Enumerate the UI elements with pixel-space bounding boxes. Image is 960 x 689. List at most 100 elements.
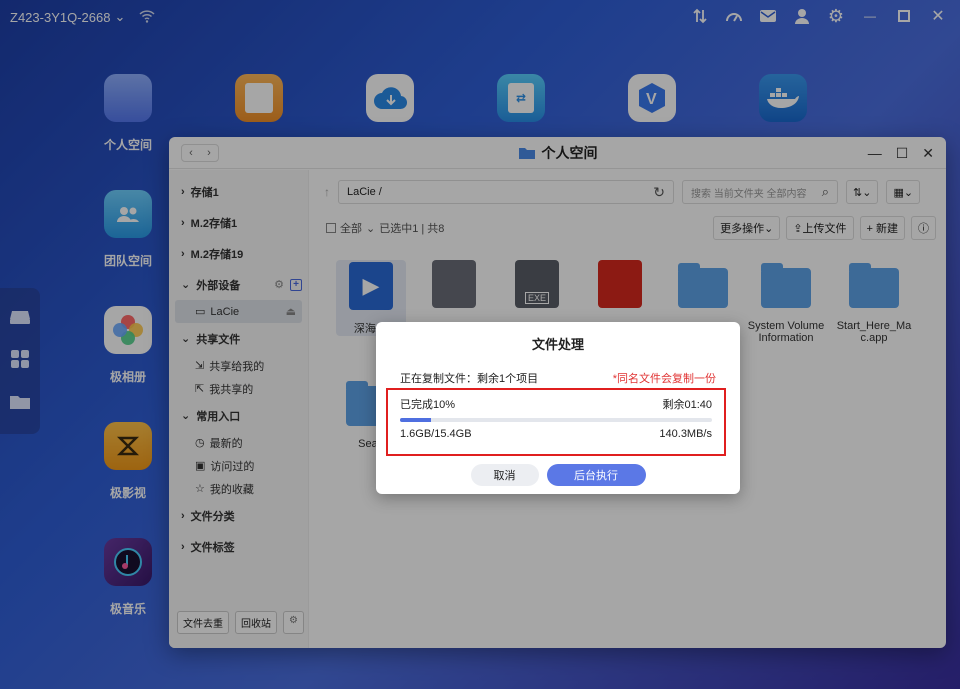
- sidebar-group-categories[interactable]: › 文件分类: [169, 500, 308, 531]
- sidebar-group-m2-storage19[interactable]: › M.2存储19: [169, 238, 308, 269]
- folder-icon: [518, 147, 535, 159]
- device-selector[interactable]: Z423-3Y1Q-2668 ⌄: [10, 9, 125, 25]
- minimize-button[interactable]: —: [868, 145, 882, 162]
- run-in-background-button[interactable]: 后台执行: [546, 464, 646, 486]
- up-arrow-icon[interactable]: ↑: [324, 185, 330, 199]
- progress-bar-fill: [400, 418, 432, 422]
- dedupe-button[interactable]: 文件去重: [177, 611, 229, 634]
- folder-item[interactable]: System Volume Information: [746, 260, 826, 344]
- refresh-icon[interactable]: ↻: [653, 184, 665, 201]
- select-all-checkbox[interactable]: [326, 223, 336, 233]
- video-file-icon: ▶: [349, 262, 393, 310]
- path-text: LaCie /: [347, 186, 382, 198]
- sidebar-group-m2-storage1[interactable]: › M.2存储1: [169, 207, 308, 238]
- window-title: 个人空间: [541, 144, 598, 161]
- sidebar-item-my-shares[interactable]: ⇱ 我共享的: [169, 377, 308, 400]
- sidebar-group-shared[interactable]: ⌄ 共享文件: [169, 323, 308, 354]
- cancel-button[interactable]: 取消: [470, 464, 539, 486]
- select-all-label[interactable]: 全部: [340, 220, 362, 236]
- photos-icon: [104, 306, 152, 354]
- sidebar-item-label: 共享给我的: [209, 360, 265, 373]
- user-icon[interactable]: [792, 6, 812, 26]
- search-placeholder: 搜索 当前文件夹 全部内容: [691, 188, 807, 200]
- duplicate-warning: *同名文件会复制一份: [612, 373, 716, 385]
- sort-button[interactable]: ⇅ ⌄: [846, 180, 879, 204]
- chevron-right-icon: ›: [181, 509, 185, 522]
- search-input[interactable]: 搜索 当前文件夹 全部内容 ⌕: [682, 180, 838, 204]
- more-actions-button[interactable]: 更多操作 ⌄: [713, 216, 781, 240]
- notes-app-icon[interactable]: [235, 74, 283, 122]
- gear-icon[interactable]: ⚙: [283, 611, 304, 634]
- app-video[interactable]: 极影视: [83, 422, 173, 501]
- file-item[interactable]: [419, 260, 489, 318]
- maximize-icon[interactable]: [894, 6, 914, 26]
- sidebar-item-lacie[interactable]: ▭ LaCie ⏏: [175, 300, 302, 323]
- upload-button[interactable]: ⇪ 上传文件: [786, 216, 854, 240]
- selection-status: 已选中1 | 共8: [379, 223, 445, 235]
- path-bar[interactable]: LaCie / ↻: [338, 180, 674, 204]
- folder-icon: [761, 263, 811, 308]
- v-app-icon[interactable]: V: [628, 74, 676, 122]
- sidebar-group-external[interactable]: ⌄ 外部设备 ⚙ +: [169, 269, 308, 300]
- sidebar-item-label: 我的收藏: [209, 483, 254, 496]
- transferred-size: 1.6GB/15.4GB: [400, 428, 472, 440]
- chevron-right-icon: ›: [181, 185, 185, 198]
- cloud-download-app-icon[interactable]: [366, 74, 414, 122]
- top-bar: Z423-3Y1Q-2668 ⌄ ⚙ — ✕: [0, 0, 960, 34]
- chevron-down-icon: ⌄: [764, 222, 774, 235]
- new-button[interactable]: + 新建: [859, 216, 905, 240]
- add-icon[interactable]: +: [290, 278, 302, 291]
- message-icon[interactable]: [758, 6, 778, 26]
- sidebar-group-tags[interactable]: › 文件标签: [169, 531, 308, 562]
- file-name: System Volume Information: [747, 320, 825, 344]
- gear-icon[interactable]: ⚙: [826, 6, 846, 26]
- recycle-bin-button[interactable]: 回收站: [235, 611, 277, 634]
- info-button[interactable]: ⓘ: [911, 216, 936, 240]
- forward-button[interactable]: ›: [200, 145, 218, 161]
- app-team-space[interactable]: 团队空间: [83, 190, 173, 269]
- app-photos[interactable]: 极相册: [83, 306, 173, 385]
- sidebar-group-storage1[interactable]: › 存储1: [169, 176, 308, 207]
- close-icon[interactable]: ✕: [928, 6, 948, 26]
- apps-grid-icon[interactable]: [10, 349, 30, 372]
- star-icon: ☆: [195, 483, 205, 495]
- sidebar-item-recent[interactable]: ◷ 最新的: [169, 431, 308, 454]
- sync-app-icon[interactable]: ⇄: [497, 74, 545, 122]
- file-item[interactable]: EXE: [502, 260, 572, 318]
- sidebar-item-shared-with-me[interactable]: ⇲ 共享给我的: [169, 354, 308, 377]
- app-personal-space[interactable]: 个人空间: [83, 74, 173, 153]
- folder-item[interactable]: [668, 260, 738, 320]
- folder-item[interactable]: Start_Here_Mac.app: [834, 260, 914, 344]
- folder-icon[interactable]: [9, 394, 31, 413]
- gear-icon[interactable]: ⚙: [274, 278, 284, 291]
- svg-text:V: V: [646, 91, 657, 108]
- chevron-right-icon: ›: [181, 247, 185, 260]
- gauge-icon[interactable]: [724, 6, 744, 26]
- back-button[interactable]: ‹: [182, 145, 200, 161]
- copying-status: 正在复制文件：剩余1个项目: [400, 373, 539, 385]
- file-item[interactable]: [585, 260, 655, 318]
- close-button[interactable]: ✕: [922, 145, 934, 162]
- progress-percent: 已完成10%: [400, 399, 456, 411]
- time-remaining: 剩余01:40: [662, 399, 712, 411]
- transfer-icon[interactable]: [690, 6, 710, 26]
- sidebar-item-visited[interactable]: ▣ 访问过的: [169, 454, 308, 477]
- storage-icon[interactable]: [9, 309, 31, 328]
- chevron-right-icon: ›: [181, 540, 185, 553]
- minimize-icon[interactable]: —: [860, 6, 880, 26]
- file-process-dialog: 文件处理 正在复制文件：剩余1个项目 *同名文件会复制一份 已完成10% 剩余0…: [376, 322, 740, 494]
- sidebar-group-label: 文件分类: [190, 510, 235, 523]
- docker-app-icon[interactable]: [759, 74, 807, 122]
- sidebar-group-label: 共享文件: [196, 333, 241, 346]
- app-music[interactable]: 极音乐: [83, 538, 173, 617]
- window-titlebar: ‹ › 个人空间 — ☐ ✕: [169, 137, 946, 169]
- search-icon[interactable]: ⌕: [822, 184, 829, 200]
- sidebar-group-label: 存储1: [190, 186, 219, 199]
- sidebar-group-label: 常用入口: [196, 410, 241, 423]
- sidebar-group-common[interactable]: ⌄ 常用入口: [169, 400, 308, 431]
- maximize-button[interactable]: ☐: [896, 145, 909, 162]
- eject-icon[interactable]: ⏏: [286, 305, 296, 318]
- view-mode-button[interactable]: ▦ ⌄: [886, 180, 921, 204]
- chevron-down-icon[interactable]: ⌄: [366, 222, 375, 235]
- sidebar-item-favorites[interactable]: ☆ 我的收藏: [169, 477, 308, 500]
